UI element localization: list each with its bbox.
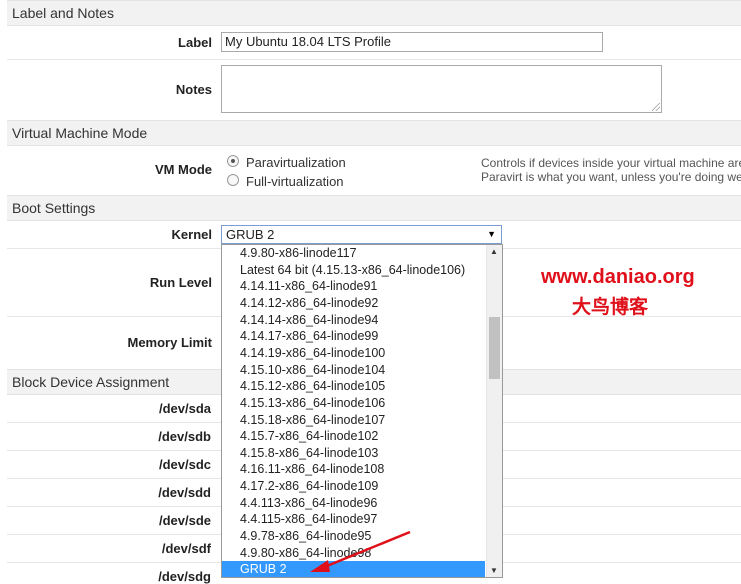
device-label: /dev/sdd xyxy=(158,485,211,500)
vm-mode-label: VM Mode xyxy=(154,162,212,177)
kernel-option[interactable]: 4.17.2-x86_64-linode109 xyxy=(222,478,485,495)
scrollbar-thumb[interactable] xyxy=(489,317,500,379)
memory-limit-label: Memory Limit xyxy=(127,335,212,350)
device-label: /dev/sdg xyxy=(158,569,211,584)
vm-mode-help-line1: Controls if devices inside your virtual … xyxy=(481,156,741,170)
device-label: /dev/sdb xyxy=(158,429,211,444)
kernel-option[interactable]: 4.16.11-x86_64-linode108 xyxy=(222,461,485,478)
kernel-option[interactable]: 4.15.13-x86_64-linode106 xyxy=(222,395,485,412)
radio-label-full-virtualization: Full-virtualization xyxy=(246,174,344,189)
kernel-option[interactable]: 4.9.80-x86-linode117 xyxy=(222,245,485,262)
watermark-text: 大鸟博客 xyxy=(572,296,649,318)
label-field-label: Label xyxy=(178,35,212,50)
section-boot-settings: Boot Settings xyxy=(7,195,741,221)
kernel-option[interactable]: Latest 64 bit (4.15.13-x86_64-linode106) xyxy=(222,262,485,279)
resize-handle-icon[interactable] xyxy=(652,103,660,111)
kernel-option[interactable]: 4.14.11-x86_64-linode91 xyxy=(222,278,485,295)
scroll-up-icon[interactable]: ▲ xyxy=(490,247,498,256)
kernel-option[interactable]: 4.15.7-x86_64-linode102 xyxy=(222,428,485,445)
kernel-option[interactable]: 4.14.14-x86_64-linode94 xyxy=(222,312,485,329)
vm-mode-help-line2: Paravirt is what you want, unless you're… xyxy=(481,170,741,184)
kernel-option[interactable]: 4.14.19-x86_64-linode100 xyxy=(222,345,485,362)
watermark-url: www.daniao.org xyxy=(541,266,695,288)
annotation-arrow-icon xyxy=(310,530,411,572)
kernel-selected-value: GRUB 2 xyxy=(226,227,275,242)
kernel-label: Kernel xyxy=(171,227,212,242)
label-input[interactable]: My Ubuntu 18.04 LTS Profile xyxy=(221,32,603,52)
device-label: /dev/sdc xyxy=(158,457,211,472)
notes-field-label: Notes xyxy=(175,82,212,97)
notes-textarea[interactable] xyxy=(221,65,662,113)
device-label: /dev/sdf xyxy=(161,541,211,556)
kernel-option[interactable]: 4.4.113-x86_64-linode96 xyxy=(222,495,485,512)
section-vm-mode: Virtual Machine Mode xyxy=(7,120,741,146)
section-label-notes: Label and Notes xyxy=(7,0,741,26)
radio-full-virtualization[interactable] xyxy=(227,174,239,186)
divider xyxy=(7,59,741,60)
kernel-option[interactable]: 4.15.8-x86_64-linode103 xyxy=(222,445,485,462)
kernel-option[interactable]: 4.15.10-x86_64-linode104 xyxy=(222,362,485,379)
radio-paravirtualization[interactable] xyxy=(227,155,239,167)
device-label: /dev/sde xyxy=(158,513,211,528)
kernel-option[interactable]: 4.15.18-x86_64-linode107 xyxy=(222,412,485,429)
run-level-label: Run Level xyxy=(149,275,212,290)
radio-label-paravirtualization: Paravirtualization xyxy=(246,155,346,170)
scroll-down-icon[interactable]: ▼ xyxy=(490,566,498,575)
device-label: /dev/sda xyxy=(158,401,211,416)
kernel-select[interactable]: GRUB 2 ▼ xyxy=(221,225,502,244)
dropdown-arrow-icon[interactable]: ▼ xyxy=(487,226,496,243)
kernel-option[interactable]: 4.14.17-x86_64-linode99 xyxy=(222,328,485,345)
kernel-option[interactable]: 4.15.12-x86_64-linode105 xyxy=(222,378,485,395)
kernel-option[interactable]: 4.14.12-x86_64-linode92 xyxy=(222,295,485,312)
dropdown-scrollbar[interactable]: ▲ ▼ xyxy=(486,245,502,577)
